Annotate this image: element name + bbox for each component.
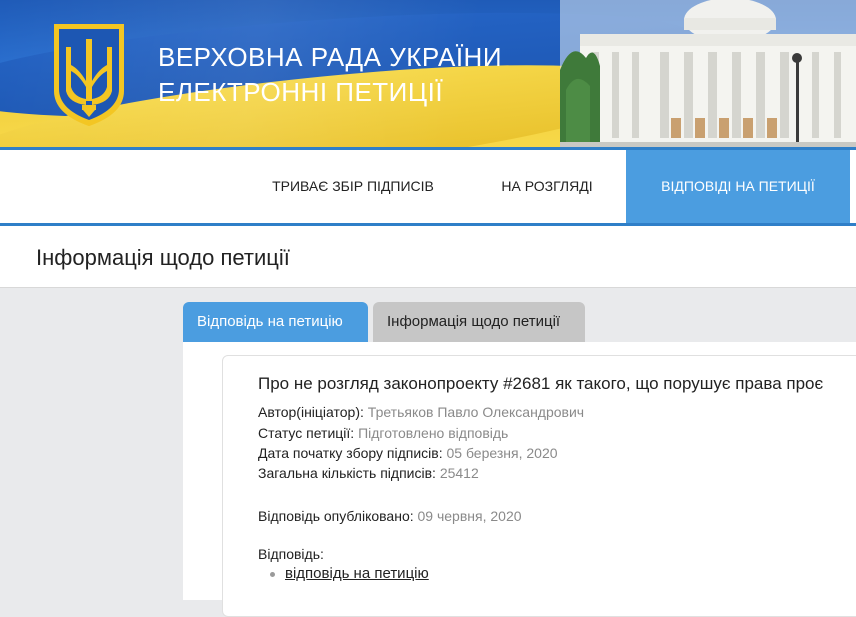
- bullet-icon: [270, 572, 275, 577]
- signature-count-label: Загальна кількість підписів:: [258, 465, 436, 481]
- status-row: Статус петиції: Підготовлено відповідь: [258, 425, 508, 441]
- tab-petition-response[interactable]: Відповідь на петицію: [183, 302, 368, 342]
- author-value: Третьяков Павло Олександрович: [367, 404, 585, 420]
- nav-under-review[interactable]: НА РОЗГЛЯДІ: [474, 150, 620, 223]
- page-title: Інформація щодо петиції: [36, 245, 290, 270]
- site-subtitle: ЕЛЕКТРОННІ ПЕТИЦІЇ: [158, 77, 444, 107]
- signature-count-value: 25412: [439, 465, 479, 481]
- author-row: Автор(ініціатор): Третьяков Павло Олекса…: [258, 404, 584, 420]
- start-date-row: Дата початку збору підписів: 05 березня,…: [258, 445, 558, 461]
- site-title: ВЕРХОВНА РАДА УКРАЇНИ: [158, 42, 503, 72]
- signature-count-row: Загальна кількість підписів: 25412: [258, 465, 479, 481]
- nav-petition-responses[interactable]: ВІДПОВІДІ НА ПЕТИЦІЇ: [626, 150, 850, 223]
- status-value: Підготовлено відповідь: [358, 425, 509, 441]
- published-row: Відповідь опубліковано: 09 червня, 2020: [258, 508, 522, 524]
- tab-petition-info[interactable]: Інформація щодо петиції: [373, 302, 585, 342]
- response-label: Відповідь:: [258, 546, 324, 562]
- nav-collecting-signatures[interactable]: ТРИВАЄ ЗБІР ПІДПИСІВ: [244, 150, 462, 223]
- petition-title: Про не розгляд законопроекту #2681 як та…: [258, 374, 824, 393]
- published-value: 09 червня, 2020: [417, 508, 522, 524]
- author-label: Автор(ініціатор):: [258, 404, 364, 420]
- start-date-value: 05 березня, 2020: [446, 445, 558, 461]
- status-label: Статус петиції:: [258, 425, 355, 441]
- header-banner: ВЕРХОВНА РАДА УКРАЇНИ ЕЛЕКТРОННІ ПЕТИЦІЇ: [0, 0, 856, 150]
- published-label: Відповідь опубліковано:: [258, 508, 414, 524]
- response-link[interactable]: відповідь на петицію: [285, 565, 429, 582]
- parliament-building-image: [560, 0, 856, 150]
- main-nav: ТРИВАЄ ЗБІР ПІДПИСІВ НА РОЗГЛЯДІ ВІДПОВІ…: [0, 150, 856, 223]
- start-date-label: Дата початку збору підписів:: [258, 445, 443, 461]
- trident-emblem-icon[interactable]: [49, 21, 129, 129]
